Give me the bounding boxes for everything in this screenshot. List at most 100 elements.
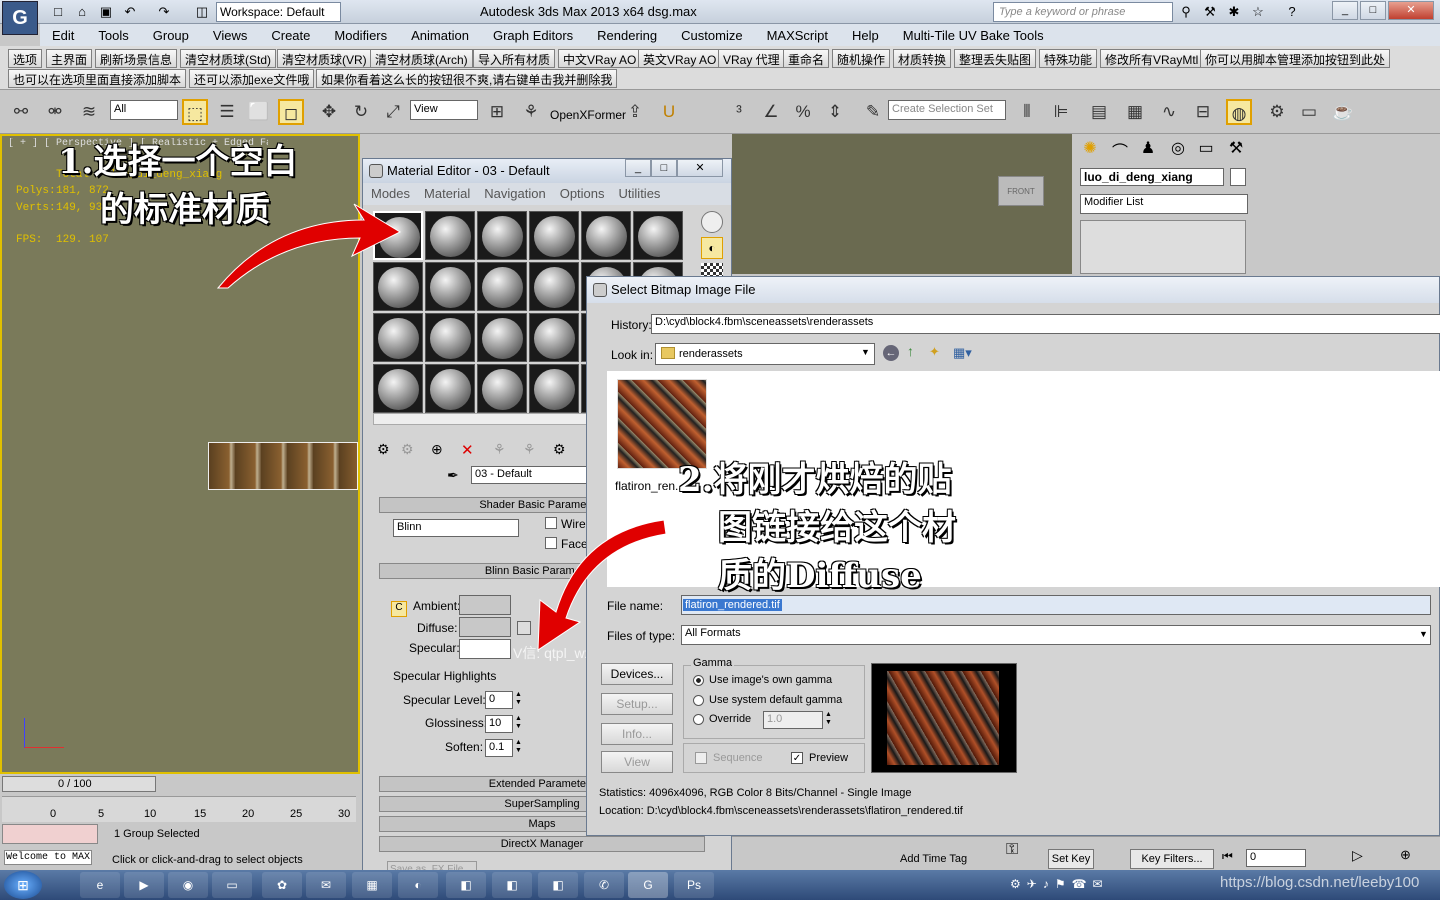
material-sample-slot[interactable] <box>529 262 579 311</box>
material-sample-slot[interactable] <box>633 211 683 260</box>
tools-icon[interactable]: ⚒ <box>1200 3 1220 21</box>
link-icon[interactable]: ⚯ <box>8 99 34 125</box>
material-sample-slot[interactable] <box>425 313 475 362</box>
bind-spacewarp-icon[interactable]: ≋ <box>76 99 102 125</box>
taskbar-app-icon[interactable]: ▦ <box>352 872 392 898</box>
menu-modifiers[interactable]: Modifiers <box>322 28 399 43</box>
material-sample-slot[interactable] <box>373 364 423 413</box>
directx-rollout[interactable]: DirectX Manager <box>379 836 705 852</box>
file-type-arrow-icon[interactable]: ▼ <box>1419 629 1428 639</box>
schematic-view-icon[interactable]: ⊟ <box>1190 99 1216 125</box>
gamma-override-spinner[interactable]: ▲ ▼ <box>825 711 835 729</box>
script-button[interactable]: 修改所有VRayMtl <box>1100 49 1204 68</box>
hierarchy-tab-icon[interactable]: ♟ <box>1136 138 1160 162</box>
material-sample-slot[interactable] <box>477 313 527 362</box>
script-button[interactable]: 如果你看着这么长的按钮很不爽,请右键单击我并删除我 <box>316 69 618 88</box>
display-tab-icon[interactable]: ▭ <box>1194 138 1218 162</box>
gamma-system-radio[interactable] <box>693 695 704 706</box>
material-sample-slot[interactable] <box>425 262 475 311</box>
diffuse-swatch[interactable] <box>459 617 511 637</box>
menu-graph-editors[interactable]: Graph Editors <box>481 28 585 43</box>
taskbar-3dsmax-icon[interactable]: ◧ <box>538 872 578 898</box>
open-icon[interactable]: ⌂ <box>72 3 92 21</box>
material-sample-slot[interactable] <box>529 211 579 260</box>
script-button[interactable]: 选项 <box>8 49 43 68</box>
file-caption[interactable]: flatiron_ren... <box>615 479 685 493</box>
back-icon[interactable]: ← <box>883 345 899 361</box>
modifier-stack[interactable] <box>1080 220 1246 274</box>
copy-material-icon[interactable]: ⚘ <box>493 441 506 458</box>
maxscript-listener[interactable] <box>2 824 98 844</box>
script-button[interactable]: 刷新场景信息 <box>95 49 178 68</box>
material-sample-slot[interactable] <box>529 313 579 362</box>
gloss-spinner[interactable]: ▲ ▼ <box>515 715 525 733</box>
help-icon[interactable]: ? <box>1282 3 1302 21</box>
upload-icon[interactable]: ⇪ <box>622 99 648 125</box>
file-type-select[interactable]: All Formats <box>681 625 1431 645</box>
menu-customize[interactable]: Customize <box>669 28 754 43</box>
material-sample-slot[interactable] <box>373 313 423 362</box>
me-minimize-button[interactable]: _ <box>625 159 651 177</box>
taskbar-wechat-icon[interactable]: ✆ <box>584 872 624 898</box>
setup-button[interactable]: Setup... <box>601 693 673 715</box>
spec-level-spinner[interactable]: ▲ ▼ <box>515 691 525 709</box>
taskbar-app-icon[interactable]: ✿ <box>262 872 302 898</box>
taskbar-photoshop-icon[interactable]: Ps <box>674 872 714 898</box>
render-setup-icon[interactable]: ⚙ <box>1264 99 1290 125</box>
me-menu-navigation[interactable]: Navigation <box>484 186 545 202</box>
script-button[interactable]: 导入所有材质 <box>473 49 556 68</box>
zoom-icon[interactable]: ⊕ <box>1400 847 1411 863</box>
utilities-tab-icon[interactable]: ⚒ <box>1224 138 1248 162</box>
spinner-snap-icon[interactable]: ⇕ <box>822 99 848 125</box>
material-sample-slot[interactable] <box>581 211 631 260</box>
me-maximize-button[interactable]: □ <box>651 159 677 177</box>
select-by-name-icon[interactable]: ☰ <box>214 99 240 125</box>
mirror-icon[interactable]: ⫴ <box>1014 99 1040 125</box>
script-button[interactable]: 你可以用脚本管理添加按钮到此处 <box>1200 49 1391 68</box>
script-button[interactable]: 特殊功能 <box>1039 49 1098 68</box>
tag-icon[interactable]: ✱ <box>1224 3 1244 21</box>
scene-explorer-icon[interactable]: ▦ <box>1122 99 1148 125</box>
gamma-override-input[interactable]: 1.0 <box>763 711 823 729</box>
motion-tab-icon[interactable]: ◎ <box>1166 138 1190 162</box>
viewcube-icon[interactable]: FRONT <box>998 176 1044 206</box>
menu-views[interactable]: Views <box>201 28 259 43</box>
reference-coord-select[interactable]: View <box>410 100 478 120</box>
menu-tools[interactable]: Tools <box>86 28 140 43</box>
key-filters-button[interactable]: Key Filters... <box>1130 849 1214 869</box>
percent-snap-icon[interactable]: % <box>790 99 816 125</box>
script-button[interactable]: 整理丢失贴图 <box>954 49 1037 68</box>
script-button[interactable]: 英文VRay AO <box>638 49 722 68</box>
up-folder-icon[interactable]: ↑ <box>907 343 914 359</box>
sample-type-icon[interactable] <box>701 211 723 233</box>
create-tab-icon[interactable]: ✺ <box>1078 138 1102 162</box>
glossiness-input[interactable]: 10 <box>485 715 513 733</box>
start-button-icon[interactable]: ⊞ <box>4 871 42 899</box>
material-sample-slot[interactable] <box>425 211 475 260</box>
save-icon[interactable]: ▣ <box>96 3 116 21</box>
taskbar-ie-icon[interactable]: e <box>80 872 120 898</box>
specular-swatch[interactable] <box>459 639 511 659</box>
region-select-icon[interactable]: ⬜ <box>246 99 272 125</box>
pivot-icon[interactable]: ⊞ <box>484 99 510 125</box>
openxformer-icon[interactable]: ⚘ <box>518 99 544 125</box>
menu-animation[interactable]: Animation <box>399 28 481 43</box>
ambient-swatch[interactable] <box>459 595 511 615</box>
taskbar-3dsmax-icon[interactable]: ◧ <box>446 872 486 898</box>
select-object-icon[interactable]: ⬚ <box>182 99 208 125</box>
me-menu-options[interactable]: Options <box>560 186 605 202</box>
taskbar-chrome-icon[interactable]: ◉ <box>168 872 208 898</box>
background-icon[interactable] <box>701 263 723 277</box>
new-folder-icon[interactable]: ✦ <box>929 344 940 360</box>
backlight-icon[interactable]: ◐ <box>701 237 723 259</box>
preview-checkbox[interactable]: ✓ <box>791 752 803 764</box>
script-button[interactable]: 清空材质球(Std) <box>180 49 277 68</box>
material-sample-slot[interactable] <box>477 262 527 311</box>
taskbar-app-icon[interactable]: ▶ <box>124 872 164 898</box>
make-unique-icon[interactable]: ⚘ <box>523 441 536 458</box>
gamma-own-radio[interactable] <box>693 675 704 686</box>
object-name-field[interactable]: luo_di_deng_xiang <box>1080 168 1224 186</box>
align-icon[interactable]: ⊫ <box>1048 99 1074 125</box>
rotate-icon[interactable]: ↻ <box>348 99 374 125</box>
menu-multitile[interactable]: Multi-Tile UV Bake Tools <box>891 28 1056 43</box>
